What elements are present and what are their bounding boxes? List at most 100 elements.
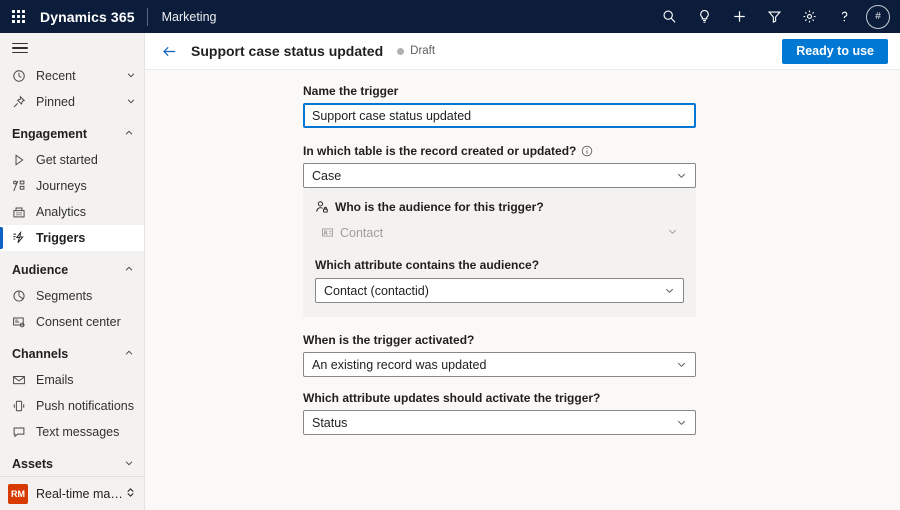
sidebar: Recent Pinned — [0, 33, 145, 510]
chevron-updown-icon — [125, 485, 136, 503]
main-content: Support case status updated Draft Ready … — [145, 33, 900, 510]
sidebar-item-recent[interactable]: Recent — [0, 63, 144, 89]
audience-attribute-value: Contact (contactid) — [324, 284, 664, 298]
trigger-form: Name the trigger Support case status upd… — [145, 70, 900, 510]
page-title: Support case status updated — [183, 43, 383, 59]
analytics-icon — [12, 205, 32, 219]
sidebar-item-label: Push notifications — [32, 399, 134, 413]
activation-value: An existing record was updated — [312, 358, 676, 372]
chevron-down-icon — [126, 95, 136, 109]
app-switcher-label: Real-time marketi... — [28, 487, 125, 501]
body: Recent Pinned — [0, 33, 900, 510]
command-bar: Support case status updated Draft Ready … — [145, 33, 900, 70]
audience-heading: Who is the audience for this trigger? — [315, 200, 684, 214]
sidebar-item-label: Get started — [32, 153, 98, 167]
sidebar-item-label: Journeys — [32, 179, 87, 193]
sidebar-item-label: Triggers — [32, 231, 85, 245]
sidebar-item-pinned[interactable]: Pinned — [0, 89, 144, 115]
chevron-down-icon — [124, 457, 134, 471]
chevron-up-icon — [124, 127, 134, 141]
name-trigger-label: Name the trigger — [303, 84, 900, 98]
sidebar-group-engagement[interactable]: Engagement — [0, 121, 144, 147]
sidebar-group-channels[interactable]: Channels — [0, 341, 144, 367]
sidebar-item-triggers[interactable]: Triggers — [0, 225, 144, 251]
table-label: In which table is the record created or … — [303, 144, 900, 158]
spacer — [145, 317, 900, 333]
filter-icon[interactable] — [757, 0, 792, 33]
spacer — [145, 128, 900, 144]
chat-icon — [12, 425, 32, 439]
chevron-down-icon — [676, 170, 687, 181]
chevron-up-icon — [124, 263, 134, 277]
app-launcher-icon[interactable] — [0, 0, 36, 33]
app-name-label: Marketing — [148, 10, 217, 24]
sidebar-item-label: Pinned — [32, 95, 75, 109]
suite-header: Dynamics 365 Marketing — [0, 0, 900, 33]
chevron-down-icon — [676, 359, 687, 370]
journeys-icon — [12, 179, 32, 193]
sidebar-group-label: Engagement — [12, 127, 87, 141]
chevron-down-icon — [664, 285, 675, 296]
avatar[interactable]: # — [866, 5, 890, 29]
lightbulb-icon[interactable] — [687, 0, 722, 33]
sidebar-item-label: Text messages — [32, 425, 119, 439]
sidebar-group-label: Assets — [12, 457, 53, 471]
sidebar-group-label: Channels — [12, 347, 68, 361]
sidebar-group-assets[interactable]: Assets — [0, 451, 144, 476]
name-trigger-field: Name the trigger Support case status upd… — [145, 84, 900, 128]
sidebar-item-get-started[interactable]: Get started — [0, 147, 144, 173]
sidebar-item-journeys[interactable]: Journeys — [0, 173, 144, 199]
sidebar-group-audience[interactable]: Audience — [0, 257, 144, 283]
sidebar-item-label: Segments — [32, 289, 92, 303]
search-icon[interactable] — [652, 0, 687, 33]
sidebar-scroll: Recent Pinned — [0, 33, 144, 476]
audience-attribute-label: Which attribute contains the audience? — [315, 258, 684, 272]
gear-icon[interactable] — [792, 0, 827, 33]
suite-actions: # — [652, 0, 900, 33]
table-label-text: In which table is the record created or … — [303, 144, 576, 158]
activation-field: When is the trigger activated? An existi… — [145, 333, 900, 377]
name-trigger-value: Support case status updated — [312, 109, 687, 123]
spacer — [315, 245, 684, 258]
help-icon[interactable] — [827, 0, 862, 33]
attribute-update-value: Status — [312, 416, 676, 430]
triggers-icon — [12, 231, 32, 245]
name-trigger-input[interactable]: Support case status updated — [303, 103, 696, 128]
sidebar-item-label: Emails — [32, 373, 74, 387]
sidebar-item-push-notifications[interactable]: Push notifications — [0, 393, 144, 419]
info-icon[interactable] — [581, 145, 593, 157]
audience-dropdown-disabled: Contact — [315, 220, 684, 245]
table-value: Case — [312, 169, 676, 183]
site-map-toggle-icon[interactable] — [0, 33, 144, 63]
app-badge: RM — [8, 484, 28, 504]
clock-icon — [12, 69, 32, 83]
sidebar-item-label: Analytics — [32, 205, 86, 219]
sidebar-item-label: Recent — [32, 69, 76, 83]
sidebar-item-consent-center[interactable]: Consent center — [0, 309, 144, 335]
app-switcher[interactable]: RM Real-time marketi... — [0, 476, 144, 510]
attribute-update-field: Which attribute updates should activate … — [145, 391, 900, 435]
table-dropdown[interactable]: Case — [303, 163, 696, 188]
chevron-up-icon — [124, 347, 134, 361]
status-dot-icon — [397, 48, 404, 55]
sidebar-item-text-messages[interactable]: Text messages — [0, 419, 144, 445]
chevron-down-icon — [676, 417, 687, 428]
status-label: Draft — [404, 45, 435, 57]
activation-dropdown[interactable]: An existing record was updated — [303, 352, 696, 377]
pin-icon — [12, 95, 32, 109]
person-lock-icon — [315, 200, 329, 214]
arrow-left-icon[interactable] — [155, 37, 183, 65]
consent-icon — [12, 315, 32, 329]
attribute-update-label: Which attribute updates should activate … — [303, 391, 900, 405]
sidebar-item-analytics[interactable]: Analytics — [0, 199, 144, 225]
audience-attribute-dropdown[interactable]: Contact (contactid) — [315, 278, 684, 303]
ready-to-use-button[interactable]: Ready to use — [782, 39, 888, 64]
audience-heading-text: Who is the audience for this trigger? — [335, 200, 544, 214]
attribute-update-dropdown[interactable]: Status — [303, 410, 696, 435]
sidebar-item-segments[interactable]: Segments — [0, 283, 144, 309]
spacer — [145, 377, 900, 391]
chevron-down-icon — [126, 69, 136, 83]
table-field: In which table is the record created or … — [145, 144, 900, 188]
sidebar-item-emails[interactable]: Emails — [0, 367, 144, 393]
plus-icon[interactable] — [722, 0, 757, 33]
